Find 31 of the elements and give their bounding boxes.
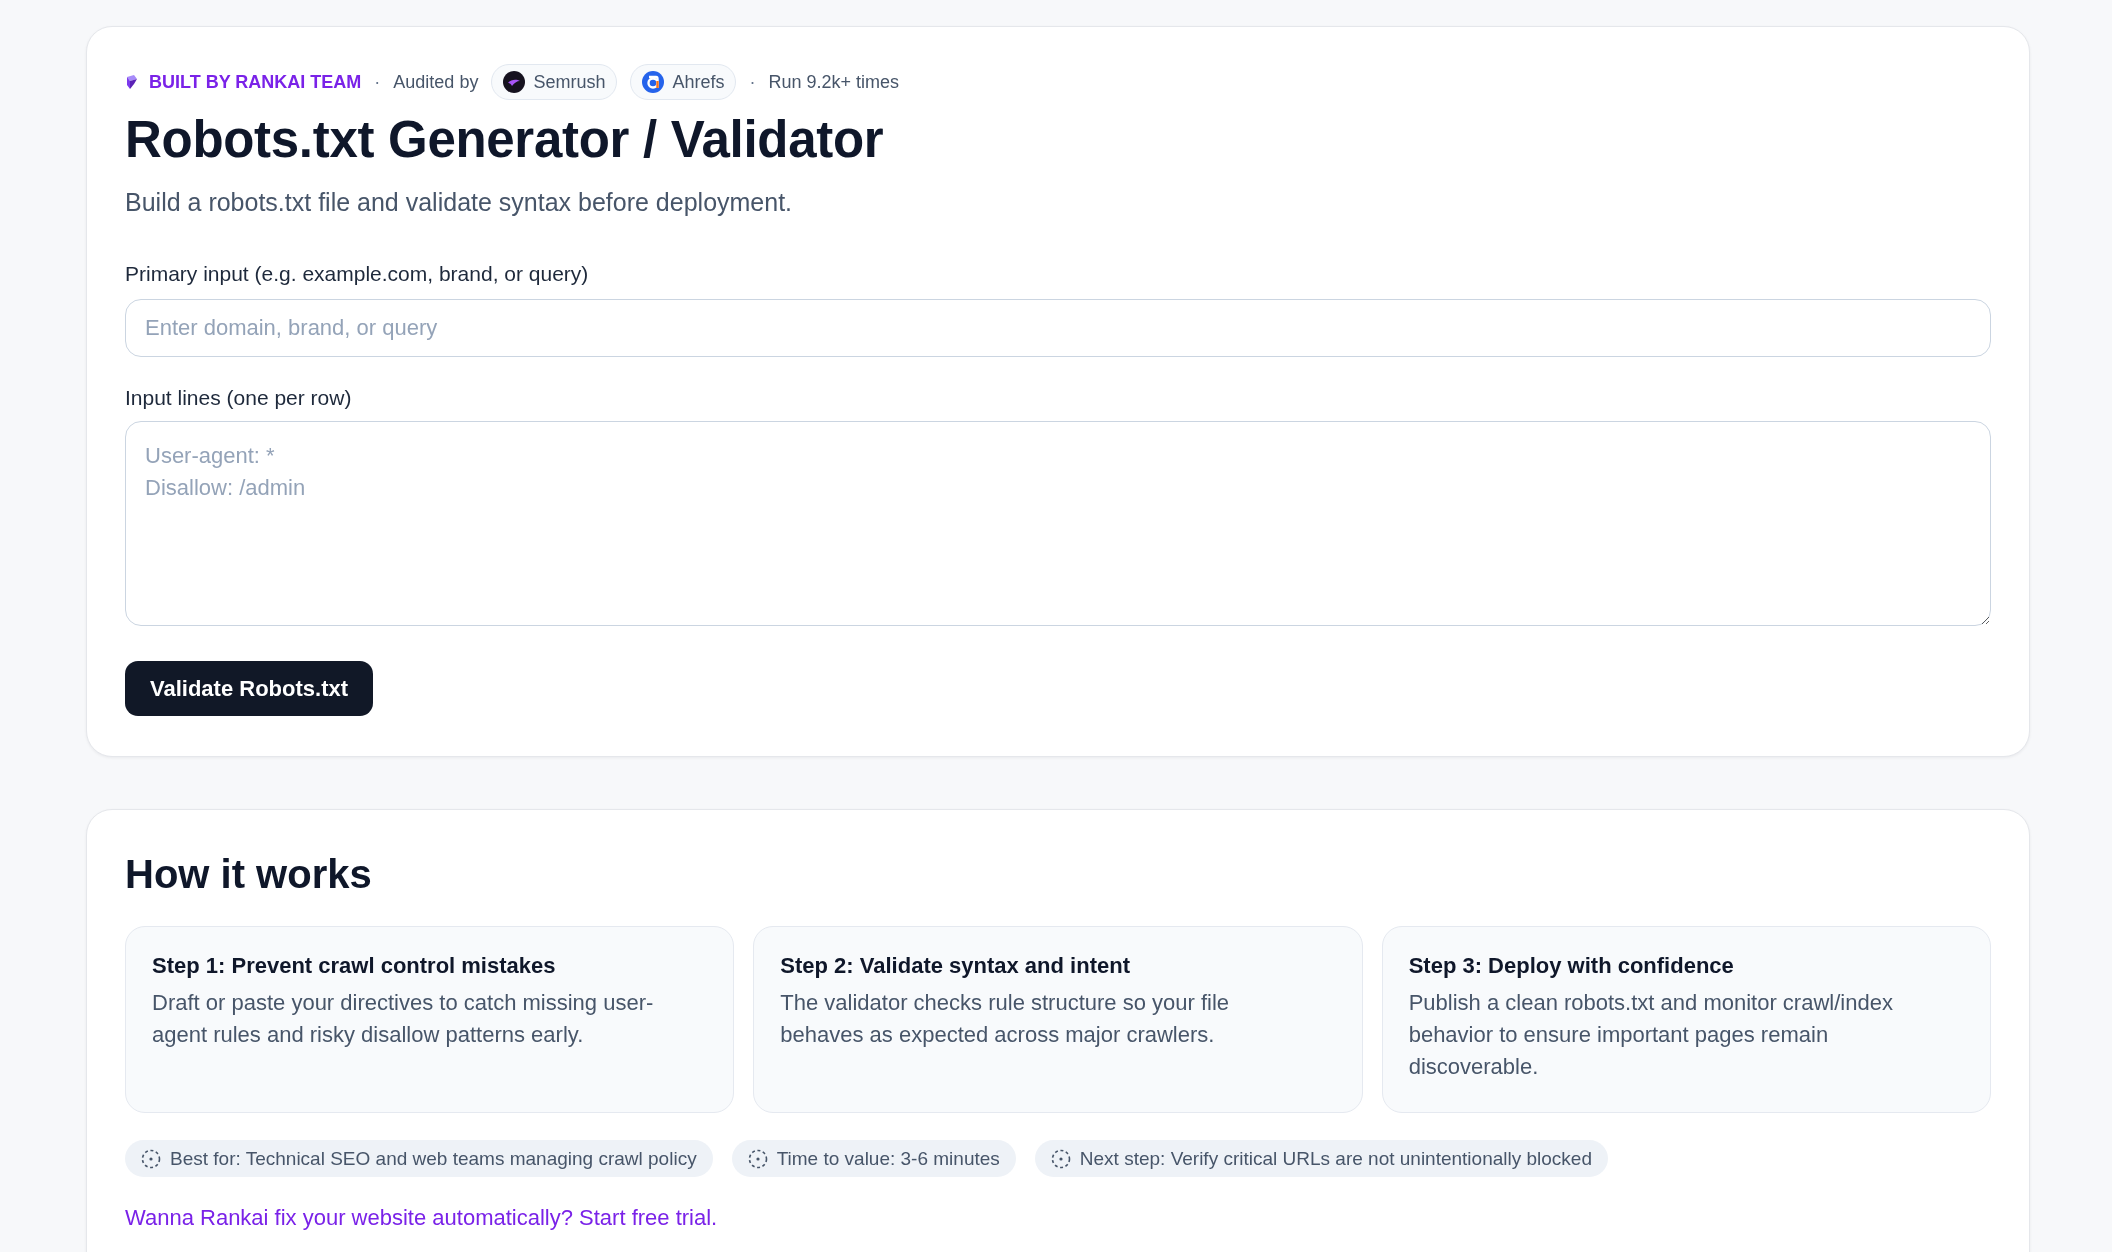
auditor-name: Semrush [533, 71, 606, 94]
step-title: Step 3: Deploy with confidence [1408, 952, 1735, 980]
input-field[interactable]: Enter domain, brand, or query [125, 299, 1991, 357]
cube-icon [125, 74, 139, 90]
info-text: Time to value: 3-6 minutes [776, 1146, 1000, 1171]
step-title: Step 1: Prevent crawl control mistakes [152, 952, 557, 980]
separator-dot: · [374, 71, 381, 94]
separator-dot: · [749, 71, 756, 94]
trial-link[interactable]: Wanna Rankai fix your website automatically? Start free trial. [125, 1203, 718, 1233]
dashed-circle-icon [1050, 1148, 1071, 1169]
step-text: The validator checks rule structure so your file behaves as expected across major crawlers. [780, 989, 1231, 1049]
step-text: Publish a clean robots.txt and monitor crawl/index behavior to ensure important pages remain discoverable. [1408, 989, 1894, 1081]
step-text: Draft or paste your directives to catch missing user-agent rules and risky disallow patterns early. [152, 989, 655, 1049]
team-label: BUILT BY RANKAI TEAM [149, 71, 362, 94]
header-text: Run 9.2k+ times [768, 71, 899, 94]
field-label: Input lines (one per row) [125, 385, 353, 411]
info-text: Best for: Technical SEO and web teams managing crawl policy [170, 1146, 697, 1171]
ring-icon [642, 71, 665, 93]
header-text: Audited by [393, 71, 479, 94]
section-title: How it works [125, 851, 373, 898]
swirl-icon [503, 71, 526, 93]
step-title: Step 2: Validate syntax and intent [780, 952, 1131, 980]
textarea-field[interactable]: User-agent: * Disallow: /admin [125, 421, 1991, 626]
field-label: Primary input (e.g. example.com, brand, or query) [125, 261, 590, 287]
dashed-circle-icon [141, 1148, 161, 1169]
page-subtitle: Build a robots.txt file and validate syntax before deployment. [125, 187, 794, 218]
validate-button[interactable]: Validate Robots.txt [125, 661, 374, 716]
dashed-circle-icon [747, 1148, 768, 1169]
page-title: Robots.txt Generator / Validator [125, 110, 885, 170]
info-text: Next step: Verify critical URLs are not unintentionally blocked [1079, 1146, 1592, 1171]
auditor-name: Ahrefs [672, 71, 725, 94]
